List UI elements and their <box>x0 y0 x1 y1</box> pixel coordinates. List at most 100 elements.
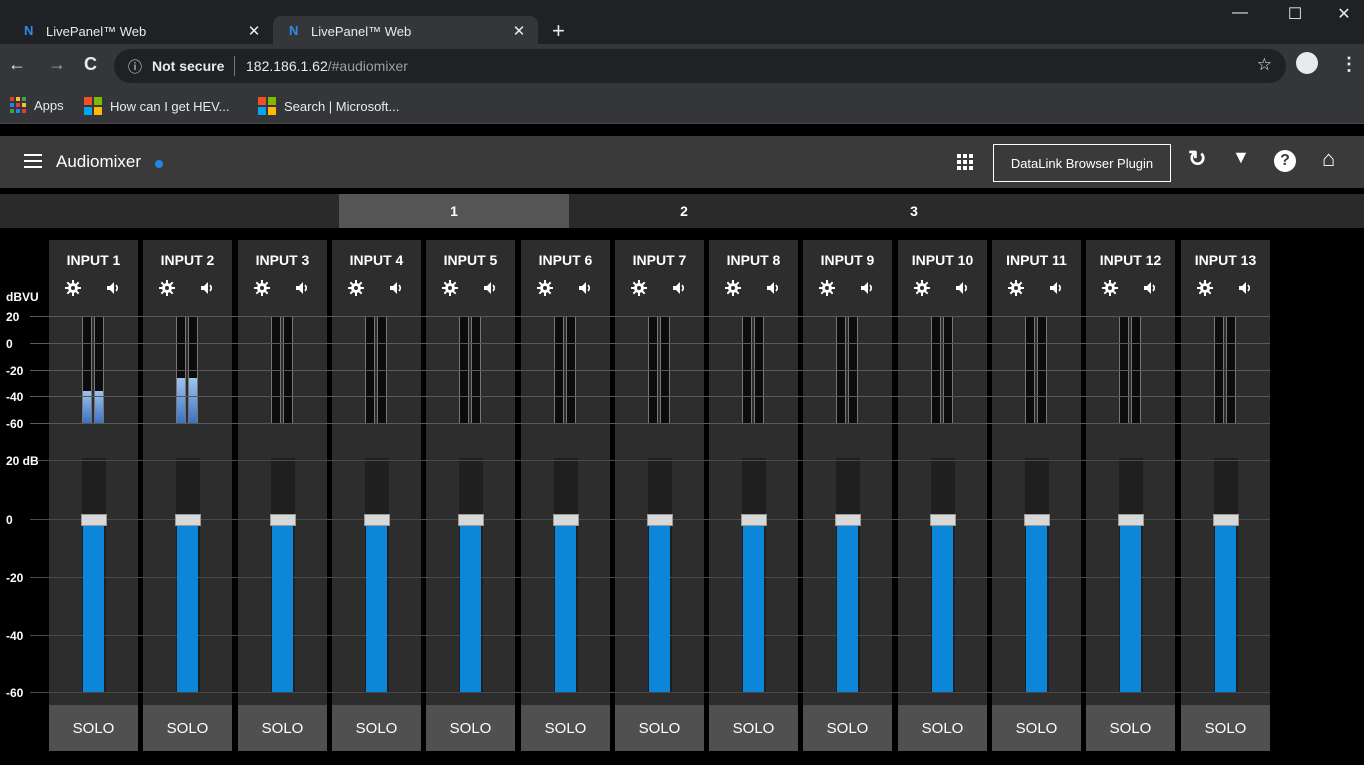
fader-level-fill <box>460 523 481 692</box>
bookmark-label: How can I get HEV... <box>110 98 230 114</box>
fader-level-fill <box>83 523 104 692</box>
solo-button[interactable]: SOLO <box>426 705 515 751</box>
meter-gridline <box>30 316 1270 317</box>
solo-button[interactable]: SOLO <box>615 705 704 751</box>
url-host: 182.186.1.62 <box>246 58 328 74</box>
channel-mute-speaker-icon[interactable] <box>105 280 121 296</box>
bookmark-star-icon[interactable]: ☆ <box>1257 55 1272 75</box>
channel-name: INPUT 9 <box>820 252 875 268</box>
solo-button[interactable]: SOLO <box>143 705 232 751</box>
fader-knob[interactable] <box>1024 514 1050 526</box>
new-tab-button[interactable]: + <box>552 18 565 44</box>
solo-button[interactable]: SOLO <box>521 705 610 751</box>
reload-button[interactable]: C <box>84 54 97 75</box>
channel-name: INPUT 3 <box>255 252 310 268</box>
channel-settings-gear-icon[interactable] <box>1197 280 1213 296</box>
channel-name: INPUT 7 <box>632 252 687 268</box>
channel-settings-gear-icon[interactable] <box>631 280 647 296</box>
channel-settings-gear-icon[interactable] <box>1102 280 1118 296</box>
fader-level-fill <box>743 523 764 692</box>
maximize-button[interactable]: ☐ <box>1275 4 1315 24</box>
page-tab-2[interactable]: 2 <box>569 194 799 228</box>
channel-mute-speaker-icon[interactable] <box>294 280 310 296</box>
fader-gridline <box>30 692 1270 693</box>
help-icon[interactable]: ? <box>1274 150 1296 172</box>
url-text: 182.186.1.62/#audiomixer <box>246 58 408 74</box>
channel-mute-speaker-icon[interactable] <box>1142 280 1158 296</box>
channel-settings-gear-icon[interactable] <box>1008 280 1024 296</box>
channel-settings-gear-icon[interactable] <box>65 280 81 296</box>
channel-settings-gear-icon[interactable] <box>442 280 458 296</box>
channel-mute-speaker-icon[interactable] <box>1237 280 1253 296</box>
fader-level-fill <box>837 523 858 692</box>
channel-mute-speaker-icon[interactable] <box>671 280 687 296</box>
browser-tab-1[interactable]: N LivePanel™ Web ✕ <box>8 16 273 46</box>
fader-knob[interactable] <box>270 514 296 526</box>
channel-mute-speaker-icon[interactable] <box>199 280 215 296</box>
minimize-button[interactable]: — <box>1220 4 1260 22</box>
info-icon[interactable]: ⓘ <box>128 57 142 77</box>
fader-knob[interactable] <box>81 514 107 526</box>
bookmark-hevc[interactable]: How can I get HEV... <box>84 97 229 115</box>
solo-button[interactable]: SOLO <box>803 705 892 751</box>
channel-name: INPUT 4 <box>349 252 404 268</box>
browser-menu-icon[interactable]: ⋮ <box>1340 54 1358 75</box>
fader-knob[interactable] <box>364 514 390 526</box>
solo-button[interactable]: SOLO <box>709 705 798 751</box>
home-icon[interactable]: ⌂ <box>1322 146 1335 172</box>
address-bar[interactable]: ⓘ Not secure 182.186.1.62/#audiomixer ☆ <box>114 49 1286 83</box>
fader-knob[interactable] <box>553 514 579 526</box>
profile-avatar-icon[interactable] <box>1296 52 1318 74</box>
refresh-icon[interactable]: ↻ <box>1188 146 1206 172</box>
channel-mute-speaker-icon[interactable] <box>388 280 404 296</box>
solo-button[interactable]: SOLO <box>898 705 987 751</box>
fader-knob[interactable] <box>1213 514 1239 526</box>
page-tab-1[interactable]: 1 <box>339 194 569 228</box>
channel-mute-speaker-icon[interactable] <box>765 280 781 296</box>
close-tab-icon[interactable]: ✕ <box>510 22 528 40</box>
channel-mute-speaker-icon[interactable] <box>859 280 875 296</box>
fader-level-fill <box>1120 523 1141 692</box>
channel-mute-speaker-icon[interactable] <box>1048 280 1064 296</box>
channel-settings-gear-icon[interactable] <box>254 280 270 296</box>
fader-knob[interactable] <box>835 514 861 526</box>
channel-mute-speaker-icon[interactable] <box>954 280 970 296</box>
channel-settings-gear-icon[interactable] <box>725 280 741 296</box>
solo-button[interactable]: SOLO <box>238 705 327 751</box>
close-window-button[interactable]: ✕ <box>1324 4 1364 24</box>
fader-knob[interactable] <box>930 514 956 526</box>
channel-settings-gear-icon[interactable] <box>537 280 553 296</box>
solo-button[interactable]: SOLO <box>992 705 1081 751</box>
back-button[interactable]: ← <box>8 54 26 75</box>
fader-knob[interactable] <box>1118 514 1144 526</box>
meter-scale-tick: 20 <box>6 310 20 324</box>
fader-level-fill <box>555 523 576 692</box>
solo-button[interactable]: SOLO <box>49 705 138 751</box>
hamburger-menu-icon[interactable] <box>24 154 42 168</box>
solo-button[interactable]: SOLO <box>1086 705 1175 751</box>
channel-mute-speaker-icon[interactable] <box>482 280 498 296</box>
fader-knob[interactable] <box>458 514 484 526</box>
solo-button[interactable]: SOLO <box>332 705 421 751</box>
channel-settings-gear-icon[interactable] <box>159 280 175 296</box>
grid-view-icon[interactable] <box>957 154 973 170</box>
close-tab-icon[interactable]: ✕ <box>245 22 263 40</box>
bookmark-apps[interactable]: Apps <box>10 97 64 113</box>
dropdown-caret-icon[interactable]: ▼ <box>1232 147 1250 168</box>
channel-settings-gear-icon[interactable] <box>819 280 835 296</box>
channel-settings-gear-icon[interactable] <box>914 280 930 296</box>
page-tab-3[interactable]: 3 <box>799 194 1029 228</box>
fader-knob[interactable] <box>647 514 673 526</box>
fader-knob[interactable] <box>741 514 767 526</box>
fader-gridline <box>30 460 1270 461</box>
fader-knob[interactable] <box>175 514 201 526</box>
channel-settings-gear-icon[interactable] <box>348 280 364 296</box>
datalink-plugin-button[interactable]: DataLink Browser Plugin <box>993 144 1171 182</box>
solo-button[interactable]: SOLO <box>1181 705 1270 751</box>
channel-mute-speaker-icon[interactable] <box>577 280 593 296</box>
bookmark-microsoft-search[interactable]: Search | Microsoft... <box>258 97 399 115</box>
meter-gridline <box>30 343 1270 344</box>
browser-window: N LivePanel™ Web ✕ N LivePanel™ Web ✕ + … <box>0 0 1364 765</box>
forward-button[interactable]: → <box>48 54 66 75</box>
browser-tab-2[interactable]: N LivePanel™ Web ✕ <box>273 16 538 46</box>
